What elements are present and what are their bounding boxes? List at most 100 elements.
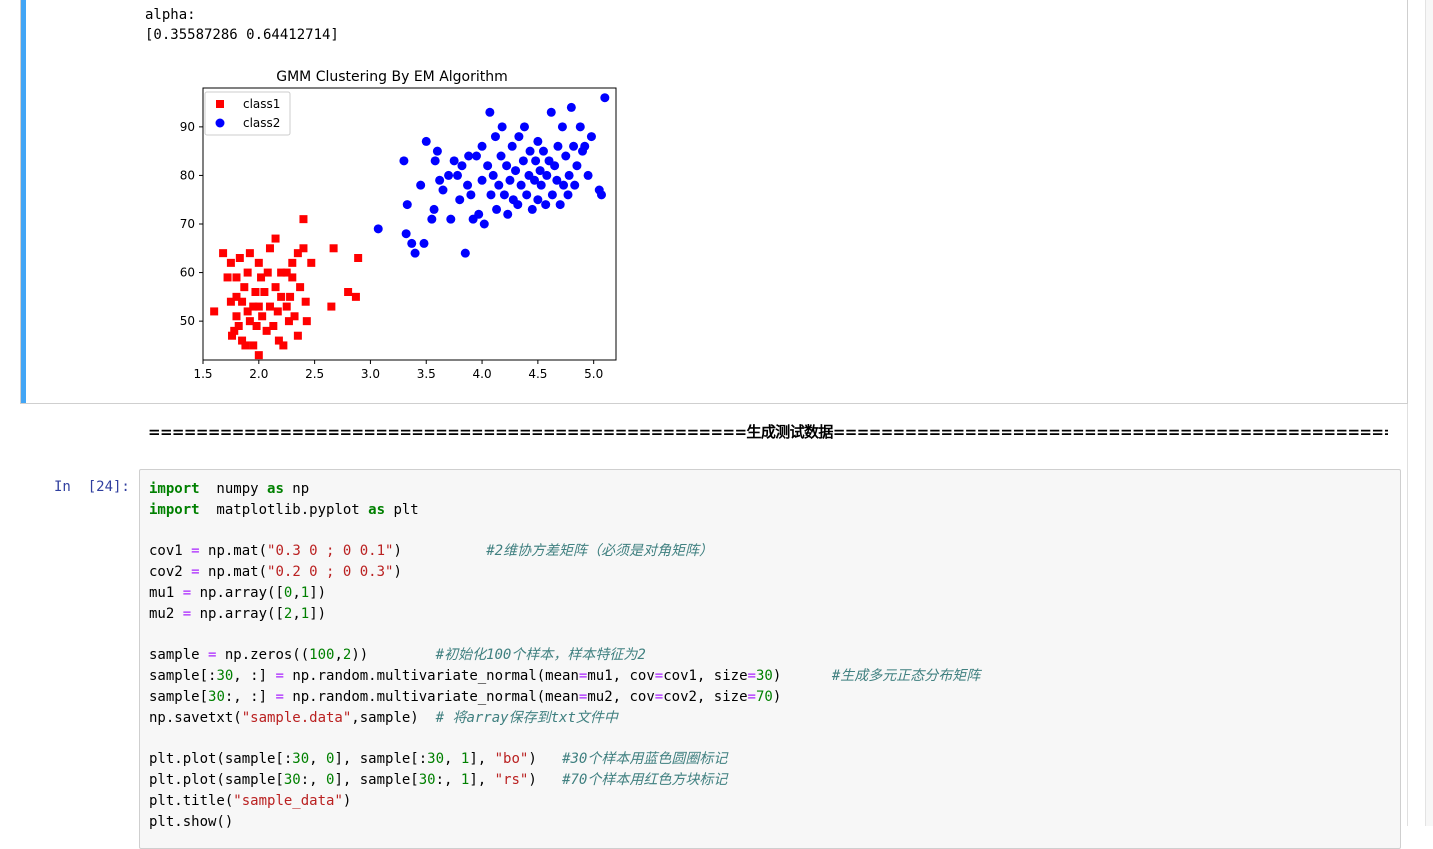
class1-point xyxy=(296,283,305,292)
code-number: 1 xyxy=(300,605,310,622)
code-text: cov1, size xyxy=(663,668,748,685)
stdout-output: alpha: [0.35587286 0.64412714] xyxy=(145,5,339,45)
code-text: ) xyxy=(772,668,832,685)
class2-point xyxy=(564,170,574,180)
y-tick-label: 70 xyxy=(180,217,195,231)
class2-point xyxy=(457,161,467,171)
x-tick-label: 4.0 xyxy=(473,367,492,381)
code-input-area[interactable]: import numpy as np import matplotlib.pyp… xyxy=(139,469,1401,849)
code-text: np.array([ xyxy=(191,584,284,601)
class2-point xyxy=(416,180,426,190)
class2-point xyxy=(566,102,576,112)
class1-point xyxy=(258,312,267,321)
stdout-line-alpha: alpha: xyxy=(145,7,196,23)
class2-point xyxy=(421,136,431,146)
code-text: , xyxy=(309,751,327,768)
legend-circle-marker xyxy=(215,118,225,128)
code-keyword: as xyxy=(368,501,386,518)
class2-point xyxy=(477,141,487,151)
code-line: plt.show() xyxy=(149,814,233,830)
class2-point xyxy=(505,175,515,185)
class2-point xyxy=(563,190,573,200)
code-operator: = xyxy=(654,688,664,705)
class1-point xyxy=(243,268,252,277)
code-line: cov2 = np.mat("0.2 0 ; 0 0.3") xyxy=(149,564,402,580)
class2-point xyxy=(538,146,548,156)
class1-point xyxy=(254,258,263,267)
class2-point xyxy=(511,166,521,176)
class2-point xyxy=(533,136,543,146)
code-text: plt.plot(sample[: xyxy=(149,751,293,768)
code-line: cov1 = np.mat("0.3 0 ; 0 0.1") #2维协方差矩阵（… xyxy=(149,543,713,559)
class2-point xyxy=(435,175,445,185)
scrollbar-track[interactable] xyxy=(1425,0,1433,826)
class2-point xyxy=(490,132,500,142)
x-tick-label: 1.5 xyxy=(193,367,212,381)
class2-point xyxy=(464,151,474,161)
class2-point xyxy=(518,156,528,166)
code-line: sample[:30, :] = np.random.multivariate_… xyxy=(149,668,980,684)
class2-point xyxy=(525,146,535,156)
class2-point xyxy=(455,195,465,205)
code-text: matplotlib.pyplot xyxy=(199,501,369,518)
class2-point xyxy=(542,170,552,180)
class2-point xyxy=(559,180,569,190)
y-tick-label: 50 xyxy=(180,314,195,328)
code-text: ], xyxy=(469,751,495,768)
class2-point xyxy=(547,190,557,200)
code-text: ], sample[: xyxy=(334,751,428,768)
code-text: mu2, cov xyxy=(587,688,655,705)
class1-point xyxy=(271,234,280,243)
code-text: :, xyxy=(435,772,461,789)
code-text: ) xyxy=(342,792,352,809)
chart-legend: class1 class2 xyxy=(204,91,291,136)
code-comment: #2维协方差矩阵（必须是对角矩阵） xyxy=(486,543,714,560)
code-text: np.zeros(( xyxy=(216,647,310,664)
class1-point xyxy=(302,317,311,326)
code-text: )) xyxy=(351,647,436,664)
class1-point xyxy=(245,249,254,258)
code-number: 1 xyxy=(300,584,310,601)
code-comment: #初始化100个样本，样本特征为2 xyxy=(435,647,646,664)
code-text: mu2 xyxy=(149,605,183,622)
code-text: ) xyxy=(528,772,563,789)
class1-point xyxy=(307,258,316,267)
class2-point xyxy=(407,238,417,248)
section-separator: ========================================… xyxy=(148,423,1388,441)
code-text: plt xyxy=(385,501,419,518)
class1-point xyxy=(301,297,310,306)
class1-point xyxy=(265,302,274,311)
code-number: 100 xyxy=(309,647,335,664)
code-text: np.random.multivariate_normal(mean xyxy=(283,668,579,685)
code-text: ], sample[ xyxy=(334,772,419,789)
code-editor[interactable]: import numpy as np import matplotlib.pyp… xyxy=(149,479,980,833)
code-line: import numpy as np xyxy=(149,481,309,497)
code-number: 30 xyxy=(292,751,310,768)
code-comment: #70个样本用红色方块标记 xyxy=(562,772,728,789)
class1-point xyxy=(269,322,278,330)
class2-point xyxy=(483,161,493,171)
class1-point xyxy=(252,322,261,330)
code-line: import matplotlib.pyplot as plt xyxy=(149,502,419,518)
selected-cell-indicator xyxy=(21,0,26,403)
class2-point xyxy=(486,190,496,200)
code-text: np.mat( xyxy=(199,543,268,560)
class2-point xyxy=(485,107,495,117)
y-tick-label: 90 xyxy=(180,120,195,134)
code-operator: = xyxy=(191,564,200,581)
class1-point xyxy=(235,254,244,262)
class2-point xyxy=(449,156,459,166)
stdout-line-values: [0.35587286 0.64412714] xyxy=(145,27,339,43)
class2-point xyxy=(536,180,546,190)
class2-point xyxy=(446,214,456,224)
class2-point xyxy=(570,180,580,190)
class1-point xyxy=(232,273,241,282)
class2-point xyxy=(402,200,412,210)
code-operator: = xyxy=(654,668,664,685)
gmm-scatter-plot: GMM Clustering By EM Algorithm 1.5 2.0 2.5… xyxy=(168,62,628,393)
code-text: cov2, size xyxy=(663,688,748,705)
code-comment: # 将array保存到txt文件中 xyxy=(435,709,618,726)
code-text: plt.show() xyxy=(149,813,234,830)
code-text: :, :] xyxy=(224,688,276,705)
code-text: plt.plot(sample[ xyxy=(149,772,284,789)
